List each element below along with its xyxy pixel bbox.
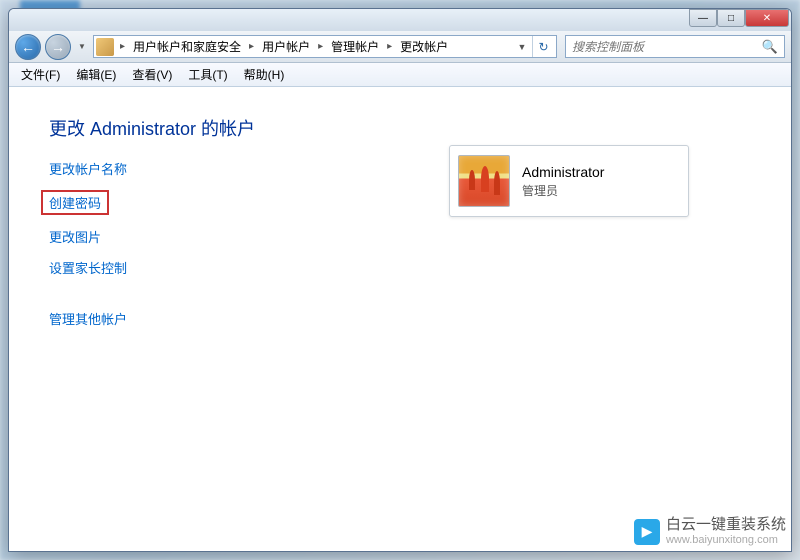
watermark-brand: 白云一键重装系统 (666, 517, 786, 534)
account-card: Administrator 管理员 (449, 145, 689, 217)
breadcrumb-item[interactable]: 用户帐户 (258, 36, 314, 57)
close-button[interactable]: ✕ (745, 9, 789, 27)
watermark: ▶ 白云一键重装系统 www.baiyunxitong.com (634, 517, 786, 546)
menu-file[interactable]: 文件(F) (13, 63, 68, 86)
chevron-right-icon[interactable]: ▸ (247, 41, 256, 52)
account-role: 管理员 (522, 182, 604, 199)
link-create-password[interactable]: 创建密码 (41, 190, 109, 215)
watermark-logo-icon: ▶ (634, 519, 660, 545)
menu-view[interactable]: 查看(V) (124, 63, 180, 86)
back-button[interactable]: ← (15, 34, 41, 60)
menu-help[interactable]: 帮助(H) (236, 63, 293, 86)
chevron-right-icon[interactable]: ▸ (118, 41, 127, 52)
link-change-picture[interactable]: 更改图片 (49, 227, 101, 246)
navigation-toolbar: ← → ▼ ▸ 用户帐户和家庭安全 ▸ 用户帐户 ▸ 管理帐户 ▸ 更改帐户 ▼… (9, 31, 791, 63)
watermark-url: www.baiyunxitong.com (666, 534, 786, 546)
search-input[interactable] (572, 40, 762, 54)
content-area: 更改 Administrator 的帐户 更改帐户名称 创建密码 更改图片 设置… (9, 87, 791, 551)
account-name: Administrator (522, 164, 604, 180)
breadcrumb-item[interactable]: 用户帐户和家庭安全 (129, 36, 245, 57)
minimize-button[interactable]: — (689, 9, 717, 27)
breadcrumb-item[interactable]: 管理帐户 (327, 36, 383, 57)
avatar (458, 155, 510, 207)
refresh-button[interactable]: ↻ (532, 36, 554, 57)
control-panel-icon (96, 38, 114, 56)
search-icon[interactable]: 🔍 (762, 39, 778, 55)
breadcrumb-item[interactable]: 更改帐户 (396, 36, 452, 57)
link-change-account-name[interactable]: 更改帐户名称 (49, 159, 127, 178)
control-panel-window: — □ ✕ ← → ▼ ▸ 用户帐户和家庭安全 ▸ 用户帐户 ▸ 管理帐户 ▸ … (8, 8, 792, 552)
forward-button[interactable]: → (45, 34, 71, 60)
chevron-right-icon[interactable]: ▸ (316, 41, 325, 52)
search-box[interactable]: 🔍 (565, 35, 785, 58)
page-title: 更改 Administrator 的帐户 (49, 115, 389, 141)
chevron-right-icon[interactable]: ▸ (385, 41, 394, 52)
breadcrumb: ▸ 用户帐户和家庭安全 ▸ 用户帐户 ▸ 管理帐户 ▸ 更改帐户 (118, 36, 452, 57)
address-dropdown-icon[interactable]: ▼ (514, 42, 530, 52)
titlebar: — □ ✕ (9, 9, 791, 31)
address-bar[interactable]: ▸ 用户帐户和家庭安全 ▸ 用户帐户 ▸ 管理帐户 ▸ 更改帐户 ▼ ↻ (93, 35, 557, 58)
link-manage-other-accounts[interactable]: 管理其他帐户 (49, 309, 127, 328)
nav-history-dropdown[interactable]: ▼ (75, 37, 89, 57)
link-parental-controls[interactable]: 设置家长控制 (49, 258, 127, 277)
maximize-button[interactable]: □ (717, 9, 745, 27)
menu-edit[interactable]: 编辑(E) (68, 63, 124, 86)
menu-bar: 文件(F) 编辑(E) 查看(V) 工具(T) 帮助(H) (9, 63, 791, 87)
menu-tools[interactable]: 工具(T) (180, 63, 235, 86)
